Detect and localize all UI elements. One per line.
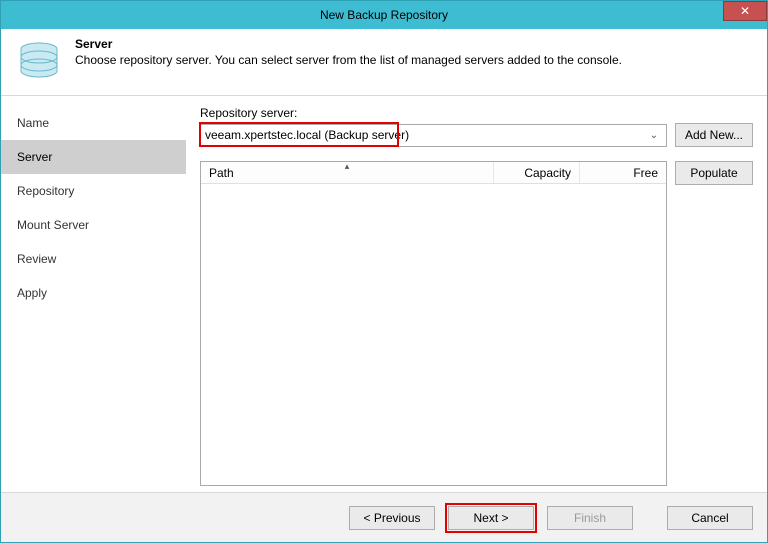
populate-button[interactable]: Populate bbox=[675, 161, 753, 185]
wizard-steps-sidebar: Name Server Repository Mount Server Revi… bbox=[1, 96, 186, 492]
close-button[interactable]: ✕ bbox=[723, 1, 767, 21]
wizard-footer: < Previous Next > Finish Cancel bbox=[1, 492, 767, 542]
page-subtitle: Choose repository server. You can select… bbox=[75, 53, 622, 67]
wizard-content: Repository server: veeam.xpertstec.local… bbox=[186, 96, 767, 492]
column-header-free[interactable]: Free bbox=[580, 162, 666, 183]
chevron-down-icon: ⌄ bbox=[646, 130, 662, 141]
page-title: Server bbox=[75, 37, 622, 51]
column-header-path[interactable]: Path ▴ bbox=[201, 162, 494, 183]
finish-button: Finish bbox=[547, 506, 633, 530]
annotation-highlight-next: Next > bbox=[445, 503, 537, 533]
paths-grid: Path ▴ Capacity Free bbox=[200, 161, 667, 486]
step-name[interactable]: Name bbox=[1, 106, 186, 140]
wizard-header-texts: Server Choose repository server. You can… bbox=[75, 37, 622, 67]
add-new-button[interactable]: Add New... bbox=[675, 123, 753, 147]
step-apply[interactable]: Apply bbox=[1, 276, 186, 310]
paths-row: Path ▴ Capacity Free Populate bbox=[200, 161, 753, 486]
wizard-body: Name Server Repository Mount Server Revi… bbox=[1, 96, 767, 492]
wizard-header: Server Choose repository server. You can… bbox=[1, 29, 767, 96]
window-frame: New Backup Repository ✕ Server Choose re… bbox=[0, 0, 768, 543]
titlebar: New Backup Repository ✕ bbox=[1, 1, 767, 29]
step-review[interactable]: Review bbox=[1, 242, 186, 276]
step-repository[interactable]: Repository bbox=[1, 174, 186, 208]
paths-grid-body[interactable] bbox=[201, 184, 666, 485]
step-server[interactable]: Server bbox=[1, 140, 186, 174]
close-icon: ✕ bbox=[740, 4, 750, 18]
column-header-capacity[interactable]: Capacity bbox=[494, 162, 580, 183]
repository-server-row: veeam.xpertstec.local (Backup server) ⌄ … bbox=[200, 123, 753, 147]
previous-button[interactable]: < Previous bbox=[349, 506, 435, 530]
repository-server-label: Repository server: bbox=[200, 106, 753, 120]
sort-asc-icon: ▴ bbox=[345, 161, 350, 172]
paths-grid-header: Path ▴ Capacity Free bbox=[201, 162, 666, 184]
window-title: New Backup Repository bbox=[1, 8, 767, 22]
step-mount-server[interactable]: Mount Server bbox=[1, 208, 186, 242]
cancel-button[interactable]: Cancel bbox=[667, 506, 753, 530]
next-button[interactable]: Next > bbox=[448, 506, 534, 530]
repository-server-select[interactable]: veeam.xpertstec.local (Backup server) ⌄ bbox=[200, 124, 667, 147]
repository-server-value: veeam.xpertstec.local (Backup server) bbox=[205, 128, 409, 142]
repository-icon bbox=[15, 37, 63, 85]
